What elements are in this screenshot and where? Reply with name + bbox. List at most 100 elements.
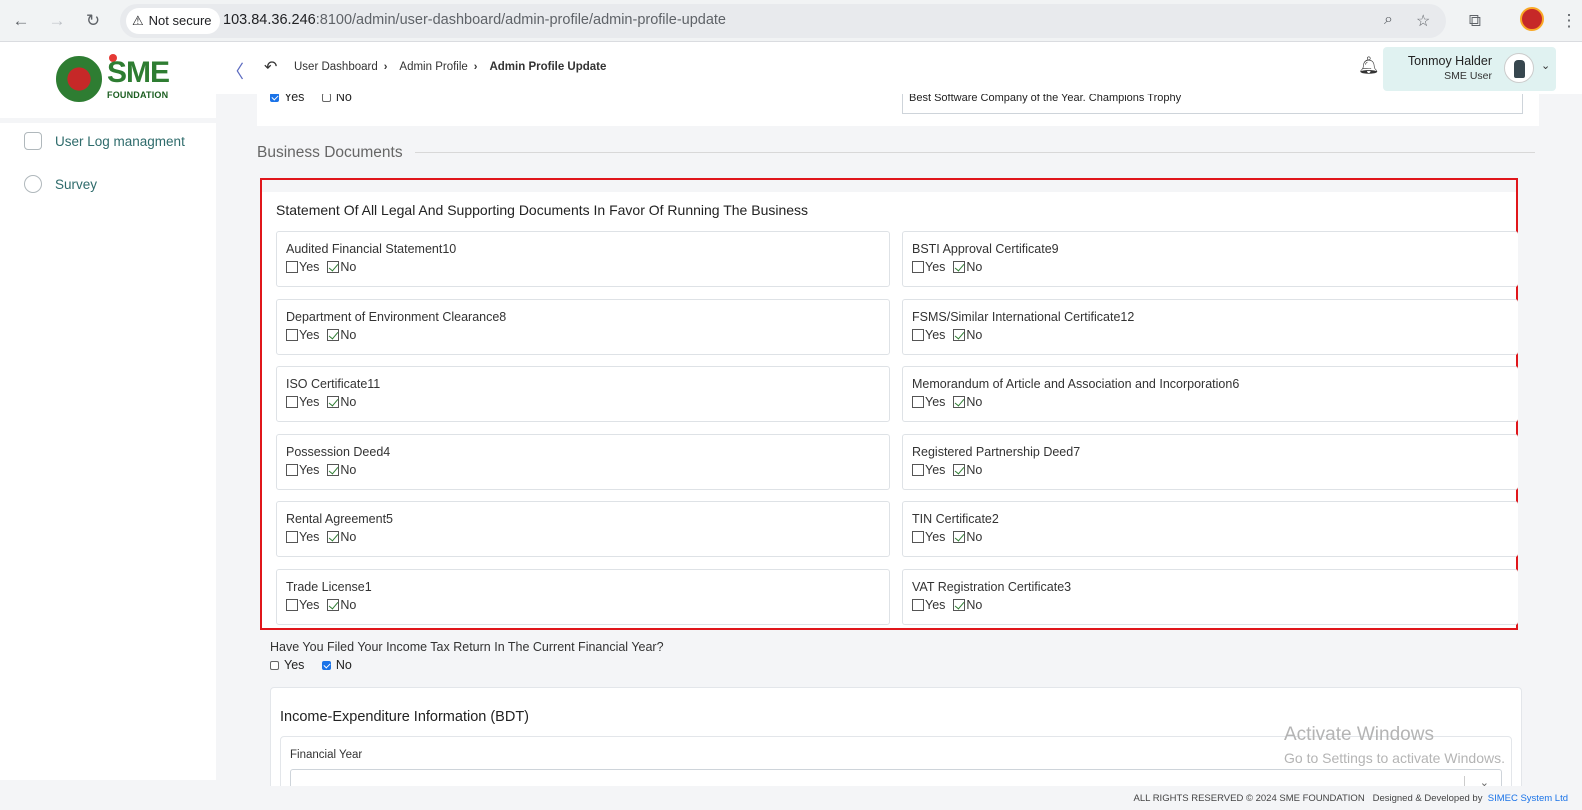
tax-options: Yes No [270, 658, 366, 672]
document-no-checkbox[interactable] [327, 261, 340, 273]
logo-brand: SME [107, 56, 170, 89]
document-no-checkbox[interactable] [953, 463, 966, 476]
document-no-label: No [966, 260, 983, 274]
document-yes-label: Yes [299, 260, 320, 274]
document-yes-checkbox[interactable] [286, 463, 298, 476]
document-yes-label: Yes [299, 462, 320, 477]
extensions-icon[interactable]: ⧉ [1462, 8, 1488, 34]
document-item: Department of Environment Clearance8 Yes N… [276, 298, 890, 355]
document-options: Yes No [912, 328, 982, 342]
address-bar[interactable]: ⚠ Not secure 103.84.36.246:8100/admin/use… [120, 4, 1446, 38]
reload-icon[interactable]: ↻ [80, 8, 106, 34]
breadcrumb-current: Admin Profile Update [489, 61, 607, 73]
document-no-checkbox[interactable] [953, 328, 966, 341]
sidebar-item-user-log[interactable]: User Log managment [0, 124, 216, 158]
document-yes-checkbox[interactable] [286, 531, 298, 543]
browser-toolbar: ← → ↻ ⚠ Not secure 103.84.36.246:8100/adm… [0, 0, 1582, 42]
document-label: Rental Agreement5 [286, 512, 394, 526]
avatar [1504, 53, 1534, 83]
breadcrumb-admin-profile[interactable]: Admin Profile [399, 61, 467, 73]
breadcrumb: User Dashboard › Admin Profile › Admin P… [294, 61, 606, 73]
document-no-checkbox[interactable] [327, 328, 340, 341]
document-item: FSMS/Similar International Certificate12… [902, 298, 1518, 355]
document-no-label: No [340, 462, 357, 477]
document-no-checkbox[interactable] [953, 598, 966, 611]
document-no-checkbox[interactable] [327, 598, 340, 611]
security-chip[interactable]: ⚠ Not secure [126, 8, 220, 34]
document-yes-label: Yes [925, 530, 946, 544]
footer: ALL RIGHTS RESERVED © 2024 SME FOUNDATIO… [0, 786, 1582, 810]
document-item: VAT Registration Certificate3 Yes No [902, 568, 1518, 625]
award-yes-checkbox[interactable] [270, 94, 279, 102]
award-options: Yes No [270, 94, 366, 104]
document-yes-checkbox[interactable] [912, 328, 924, 341]
back-arrow-icon[interactable]: ← [8, 8, 34, 34]
document-yes-checkbox[interactable] [912, 463, 924, 476]
document-no-checkbox[interactable] [327, 531, 340, 543]
document-no-checkbox[interactable] [953, 261, 966, 273]
document-label: VAT Registration Certificate3 [912, 579, 1072, 594]
sidebar-item-label: User Log managment [55, 133, 185, 149]
breadcrumb-user-dashboard[interactable]: User Dashboard [294, 61, 378, 73]
chevron-right-icon: › [383, 61, 388, 73]
logo[interactable]: SME FOUNDATION [0, 42, 216, 118]
award-card: Yes No Best Software Company of the Year… [257, 94, 1539, 126]
document-yes-checkbox[interactable] [912, 531, 924, 543]
document-options: Yes No [912, 395, 982, 409]
sidebar-item-survey[interactable]: Survey [0, 167, 216, 201]
document-yes-checkbox[interactable] [286, 396, 298, 408]
document-no-checkbox[interactable] [327, 463, 340, 476]
document-yes-label: Yes [925, 260, 946, 274]
document-label: TIN Certificate2 [912, 512, 999, 526]
card-top-gap [262, 180, 1516, 192]
forward-arrow-icon[interactable]: → [44, 8, 70, 34]
collapse-sidebar-icon[interactable]: 〈 [226, 58, 244, 84]
document-yes-checkbox[interactable] [286, 261, 298, 273]
document-no-checkbox[interactable] [953, 396, 966, 408]
document-yes-checkbox[interactable] [912, 598, 924, 611]
document-yes-checkbox[interactable] [286, 328, 298, 341]
user-menu[interactable]: Tonmoy Halder SME User ⌄ [1383, 47, 1556, 91]
browser-profile-avatar[interactable] [1520, 7, 1544, 31]
tax-no-label: No [335, 658, 352, 672]
chevron-down-icon: ⌄ [1541, 60, 1551, 72]
pie-chart-icon [24, 175, 42, 193]
section-divider [415, 152, 1535, 153]
footer-developer-link[interactable]: SIMEC System Ltd [1488, 793, 1568, 804]
zoom-icon[interactable]: ⌕ [1384, 11, 1393, 29]
back-icon[interactable]: ↶ [264, 57, 277, 77]
document-no-checkbox[interactable] [327, 396, 340, 408]
business-documents-card: Statement Of All Legal And Supporting Do… [260, 178, 1518, 630]
document-yes-checkbox[interactable] [912, 261, 924, 273]
menu-dots-icon[interactable]: ⋮ [1556, 8, 1582, 34]
document-yes-label: Yes [925, 597, 946, 612]
bell-icon[interactable]: 🔔︎ [1358, 56, 1380, 76]
document-yes-checkbox[interactable] [286, 598, 298, 611]
document-no-checkbox[interactable] [953, 531, 966, 543]
document-label: FSMS/Similar International Certificate12 [912, 309, 1135, 324]
document-label: Department of Environment Clearance8 [286, 309, 507, 324]
tax-no-checkbox[interactable] [321, 661, 331, 670]
document-options: Yes No [286, 395, 356, 409]
activation-watermark-title: Activate Windows [1284, 724, 1434, 745]
tax-yes-checkbox[interactable] [270, 661, 279, 670]
award-no-checkbox[interactable] [321, 94, 331, 102]
chevron-right-icon: › [473, 61, 478, 73]
document-yes-checkbox[interactable] [912, 396, 924, 408]
document-label: BSTI Approval Certificate9 [912, 242, 1059, 256]
star-icon[interactable]: ☆ [1416, 11, 1430, 31]
footer-designed: Designed & Developed by [1372, 793, 1483, 804]
document-no-label: No [340, 597, 357, 612]
url-path: :8100/admin/user-dashboard/admin-profile… [315, 12, 726, 28]
award-input[interactable]: Best Software Company of the Year. Champ… [902, 94, 1523, 114]
document-label: Trade License1 [286, 579, 372, 594]
document-label: Memorandum of Article and Association an… [912, 377, 1240, 391]
document-no-label: No [340, 327, 357, 342]
url-text[interactable]: 103.84.36.246:8100/admin/user-dashboard/… [223, 12, 726, 28]
user-name: Tonmoy Halder [1407, 54, 1492, 68]
document-item: Trade License1 Yes No [276, 568, 890, 625]
financial-year-select[interactable]: ⌄ [290, 769, 1502, 786]
document-item: Possession Deed4 Yes No [276, 433, 890, 490]
document-yes-label: Yes [299, 395, 320, 409]
tax-question: Have You Filed Your Income Tax Return In… [270, 640, 664, 654]
